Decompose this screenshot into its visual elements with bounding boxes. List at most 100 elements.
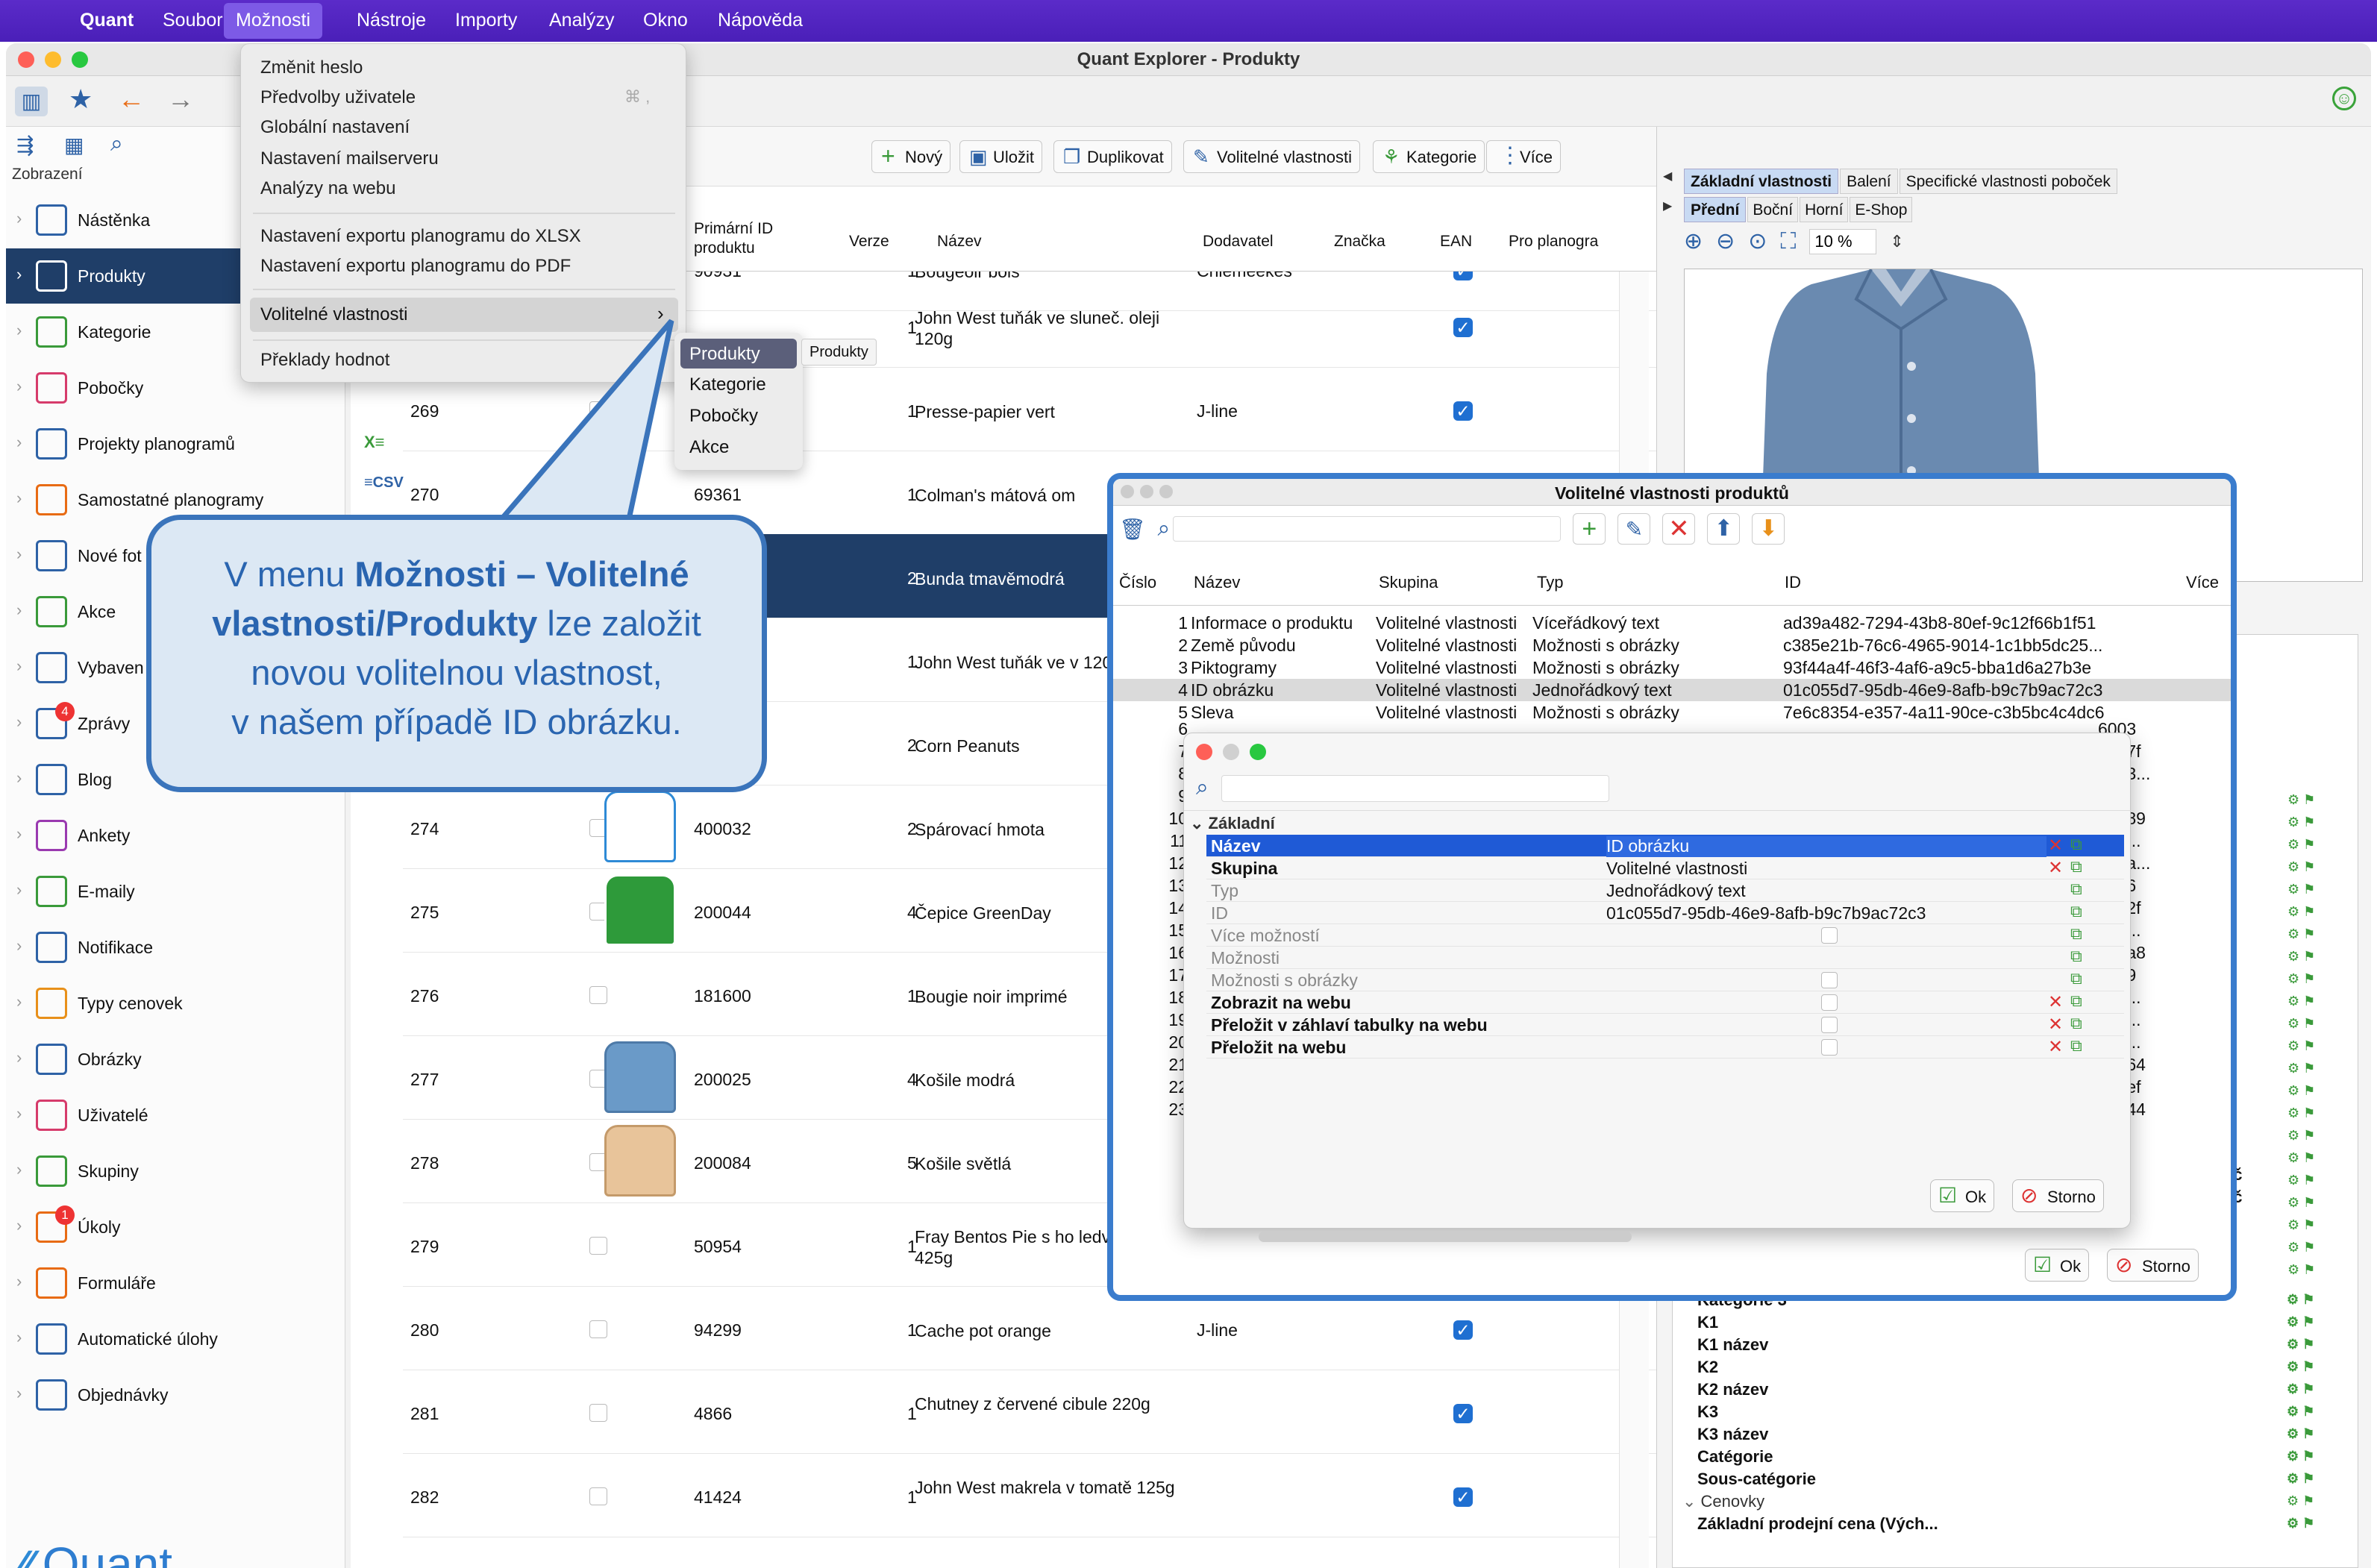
dialog2-ok-button[interactable]: ☑ Ok: [1930, 1179, 1995, 1212]
tree-row[interactable]: K1 název ⚙ ⚑: [1697, 1335, 2354, 1358]
col-header-name[interactable]: Název: [937, 233, 982, 251]
chevron-right-icon[interactable]: ›: [16, 768, 22, 788]
chevron-right-icon[interactable]: ›: [16, 600, 22, 620]
move-down-icon[interactable]: ⬇: [1752, 513, 1785, 545]
chevron-right-icon[interactable]: ›: [16, 1384, 22, 1403]
property-field-row[interactable]: Typ Jednořádkový text ⧉: [1206, 879, 2124, 902]
menubar-item-napoveda[interactable]: Nápověda: [718, 10, 803, 31]
planogram-checkbox[interactable]: ✓: [1453, 401, 1473, 421]
property-field-row[interactable]: Název ID obrázku ✕ ⧉: [1206, 835, 2124, 857]
section-basic[interactable]: ⌄ Základní: [1190, 814, 1275, 833]
sidebar-item-14[interactable]: › Typy cenovek: [6, 976, 345, 1031]
sidebar-item-17[interactable]: › Skupiny: [6, 1144, 345, 1199]
copy-value-icon[interactable]: ⧉: [2070, 879, 2082, 899]
clear-value-icon[interactable]: ✕: [2048, 991, 2063, 1013]
row-action-icon[interactable]: ⚙ ⚑: [2287, 882, 2315, 897]
submenu-item-categories[interactable]: Kategorie: [689, 374, 766, 395]
copy-value-icon[interactable]: ⧉: [2070, 969, 2082, 988]
property-field-row[interactable]: Skupina Volitelné vlastnosti ✕ ⧉: [1206, 857, 2124, 879]
copy-value-icon[interactable]: ⧉: [2070, 1036, 2082, 1056]
tree-row[interactable]: K1 ⚙ ⚑: [1697, 1313, 2354, 1335]
dialog-search-input[interactable]: [1173, 516, 1562, 542]
tab-side[interactable]: Boční: [1747, 197, 1799, 222]
dialog1-ok-button[interactable]: ☑ Ok: [2025, 1249, 2090, 1282]
table-view-icon[interactable]: ▦: [64, 133, 84, 157]
row-edit-icon[interactable]: ⚙ ⚑: [2287, 1449, 2314, 1464]
duplicate-button[interactable]: ❐ Duplikovat: [1053, 140, 1172, 173]
menu-item-global-settings[interactable]: Globální nastavení: [260, 117, 410, 138]
search-icon[interactable]: ⌕: [110, 131, 123, 157]
row-select-checkbox[interactable]: [589, 1487, 607, 1505]
chevron-right-icon[interactable]: ›: [16, 1048, 22, 1067]
row-action-icon[interactable]: ⚙ ⚑: [2287, 1016, 2315, 1032]
property-row[interactable]: 2 Země původu Volitelné vlastnosti Možnosti…: [1113, 634, 2231, 656]
chevron-right-icon[interactable]: ›: [16, 1216, 22, 1235]
sidebar-item-19[interactable]: › Formuláře: [6, 1255, 345, 1311]
row-action-icon[interactable]: ⚙ ⚑: [2287, 837, 2315, 853]
row-edit-icon[interactable]: ⚙ ⚑: [2287, 1426, 2314, 1442]
submenu-item-stores[interactable]: Pobočky: [689, 406, 758, 427]
col-header-brand[interactable]: Značka: [1334, 233, 1385, 251]
chevron-right-icon[interactable]: ›: [16, 489, 22, 508]
property-field-row[interactable]: Více možností ⧉: [1206, 924, 2124, 947]
sidebar-item-12[interactable]: › E-maily: [6, 864, 345, 919]
row-action-icon[interactable]: ⚙ ⚑: [2287, 1083, 2315, 1099]
chevron-right-icon[interactable]: ›: [16, 1328, 22, 1347]
sidebar-toggle-icon[interactable]: ▥: [15, 87, 48, 116]
copy-value-icon[interactable]: ⧉: [2070, 902, 2082, 921]
row-edit-icon[interactable]: ⚙ ⚑: [2287, 1314, 2314, 1330]
property-row[interactable]: 4 ID obrázku Volitelné vlastnosti Jednořádk…: [1113, 679, 2231, 701]
search-icon[interactable]: ⌕: [1196, 775, 1209, 800]
row-action-icon[interactable]: ⚙ ⚑: [2287, 949, 2315, 965]
property-field-row[interactable]: ID 01c055d7-95db-46e9-8afb-b9c7b9ac72c3 ⧉: [1206, 902, 2124, 924]
property-checkbox[interactable]: [1821, 927, 1838, 944]
planogram-checkbox[interactable]: ✓: [1453, 1487, 1473, 1507]
row-edit-icon[interactable]: ⚙ ⚑: [2287, 1493, 2314, 1509]
chevron-right-icon[interactable]: ›: [16, 433, 22, 452]
col-header-supplier[interactable]: Dodavatel: [1203, 233, 1274, 251]
category-button[interactable]: ⚘ Kategorie: [1373, 140, 1485, 173]
col-header-version[interactable]: Verze: [849, 233, 889, 251]
tree-row[interactable]: Základní prodejní cena (Vých... ⚙ ⚑: [1697, 1514, 2354, 1537]
menubar-item-analyzy[interactable]: Analýzy: [549, 10, 615, 31]
property-field-value[interactable]: Volitelné vlastnosti: [1606, 859, 2046, 879]
dialog1-cancel-button[interactable]: ⊘ Storno: [2107, 1249, 2199, 1282]
table-row[interactable]: 282 41424 1 John West makrela v tomatě 125g…: [403, 1453, 1656, 1537]
row-action-icon[interactable]: ⚙ ⚑: [2287, 1150, 2315, 1166]
copy-value-icon[interactable]: ⧉: [2070, 1014, 2082, 1033]
row-action-icon[interactable]: ⚙ ⚑: [2287, 792, 2315, 808]
property-field-row[interactable]: Možnosti s obrázky ⧉: [1206, 969, 2124, 991]
table-row[interactable]: 281 4866 1 Chutney z červené cibule 220g ✓: [403, 1370, 1656, 1454]
sidebar-item-16[interactable]: › Uživatelé: [6, 1088, 345, 1143]
chevron-right-icon[interactable]: ›: [16, 321, 22, 340]
more-button[interactable]: ⋮ Více: [1486, 140, 1562, 173]
menubar-item-soubor[interactable]: Soubor: [163, 10, 223, 31]
chevron-right-icon[interactable]: ›: [16, 936, 22, 956]
property-field-value[interactable]: ID obrázku: [1606, 836, 2046, 857]
col-header-primary-id[interactable]: Primární ID produktu: [694, 219, 828, 258]
menu-item-web-analytics[interactable]: Analýzy na webu: [260, 178, 395, 199]
optional-properties-button[interactable]: ✎ Volitelné vlastnosti: [1183, 140, 1360, 173]
property-field-row[interactable]: Přeložit na webu ✕ ⧉: [1206, 1036, 2124, 1059]
menubar-item-moznosti[interactable]: Možnosti: [224, 3, 323, 39]
property-field-row[interactable]: Zobrazit na webu ✕ ⧉: [1206, 991, 2124, 1014]
row-select-checkbox[interactable]: [589, 986, 607, 1004]
row-edit-icon[interactable]: ⚙ ⚑: [2287, 1337, 2314, 1352]
menu-item-change-password[interactable]: Změnit heslo: [260, 57, 363, 78]
row-select-checkbox[interactable]: [589, 1404, 607, 1422]
delete-bin-icon[interactable]: 🗑: [1119, 517, 1146, 542]
submenu-item-actions[interactable]: Akce: [689, 437, 729, 458]
copy-value-icon[interactable]: ⧉: [2070, 835, 2082, 854]
copy-value-icon[interactable]: ⧉: [2070, 924, 2082, 944]
row-edit-icon[interactable]: ⚙ ⚑: [2287, 1359, 2314, 1375]
chevron-right-icon[interactable]: ›: [16, 377, 22, 396]
tree-row[interactable]: Sous-catégorie ⚙ ⚑: [1697, 1470, 2354, 1492]
row-action-icon[interactable]: ⚙ ⚑: [2287, 1038, 2315, 1054]
row-action-icon[interactable]: ⚙ ⚑: [2287, 926, 2315, 942]
property-row[interactable]: 3 Piktogramy Volitelné vlastnosti Možnosti …: [1113, 656, 2231, 679]
row-action-icon[interactable]: ⚙ ⚑: [2287, 1262, 2315, 1278]
horizontal-scrollbar[interactable]: [1259, 1232, 1632, 1242]
tree-row[interactable]: K3 ⚙ ⚑: [1697, 1402, 2354, 1425]
chevron-right-icon[interactable]: ›: [16, 824, 22, 844]
row-action-icon[interactable]: ⚙ ⚑: [2287, 1195, 2315, 1211]
